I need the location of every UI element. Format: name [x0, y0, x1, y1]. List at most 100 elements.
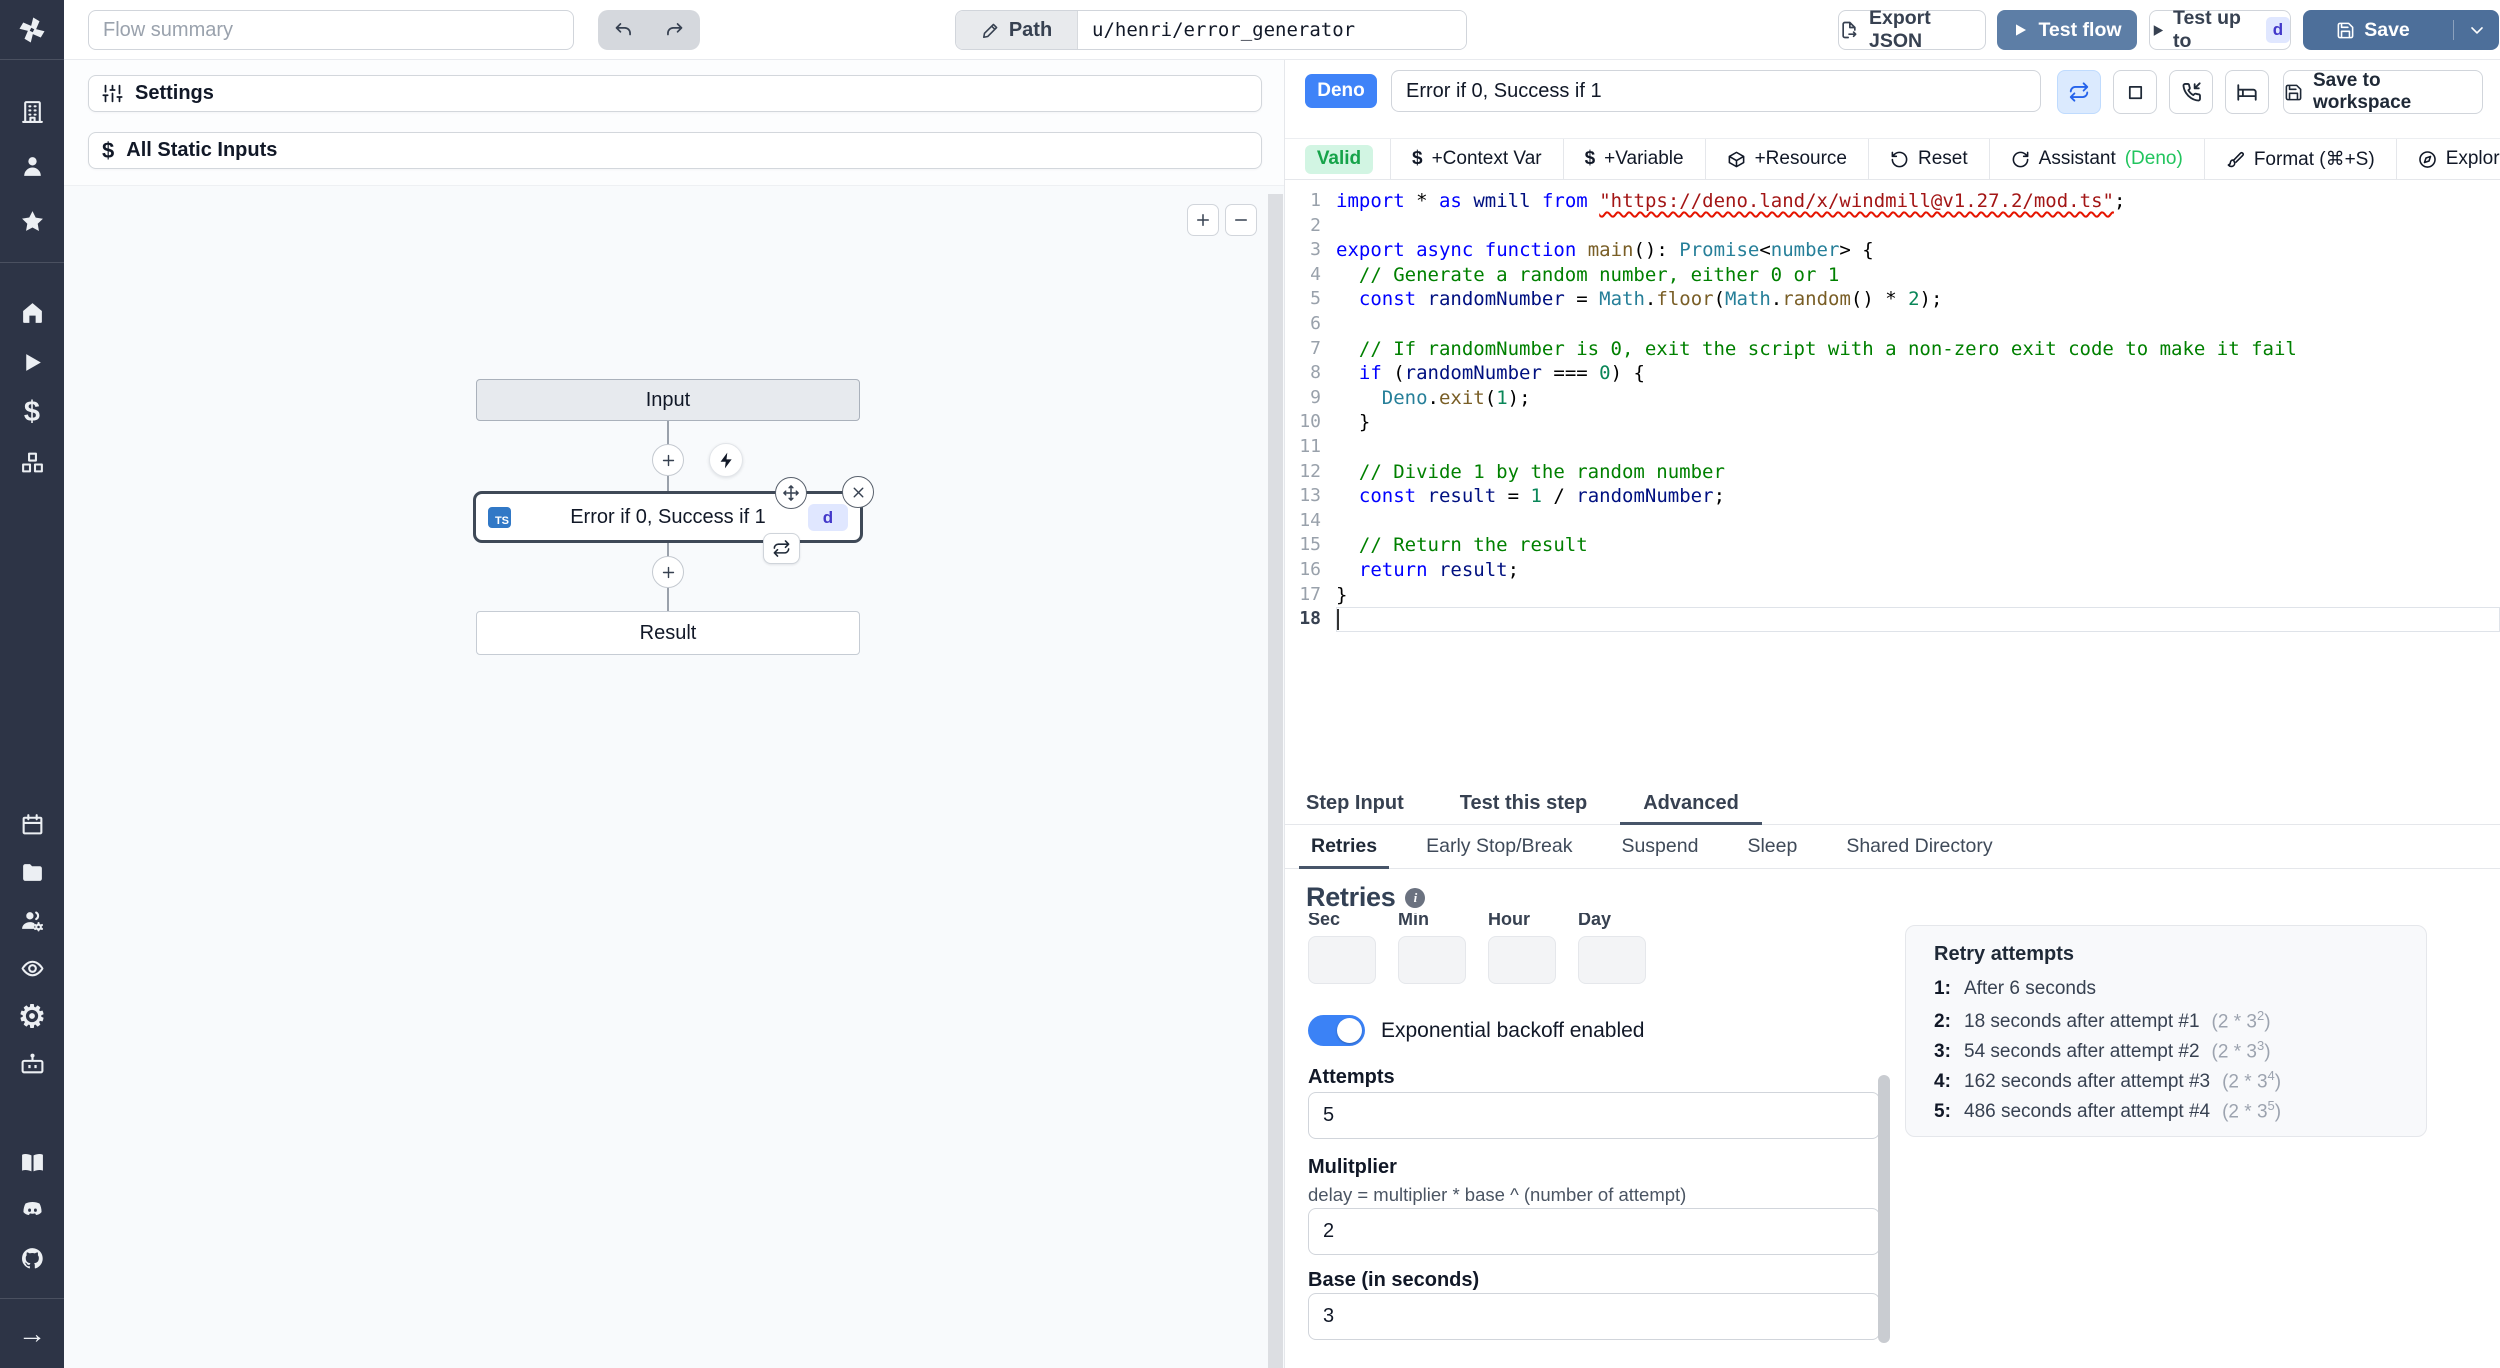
- retry-indicator-button[interactable]: [763, 533, 800, 564]
- all-static-inputs-section[interactable]: $ All Static Inputs: [88, 132, 1262, 169]
- github-icon: [21, 1247, 43, 1268]
- undo-icon: [613, 20, 634, 41]
- code-line-2: 2: [1310, 214, 1321, 236]
- result-node[interactable]: Result: [476, 611, 860, 655]
- sidebar-item-home[interactable]: [0, 287, 64, 337]
- windmill-logo-icon[interactable]: [0, 6, 64, 54]
- sidebar-item-discord[interactable]: [0, 1186, 64, 1234]
- subtab-retries[interactable]: Retries: [1298, 825, 1390, 869]
- time-input-day[interactable]: [1578, 936, 1646, 984]
- attempts-input[interactable]: [1308, 1092, 1880, 1139]
- brush-icon: [2227, 151, 2244, 167]
- toolbar-item-assistant-[interactable]: Assistant (Deno): [1988, 139, 2204, 179]
- canvas-scrollbar[interactable]: [1268, 194, 1283, 1368]
- step-name-input[interactable]: [1391, 70, 2041, 112]
- app-sidebar: $ ⚙ →: [0, 0, 64, 1368]
- move-step-button[interactable]: [775, 477, 807, 509]
- sidebar-item-user[interactable]: [0, 139, 64, 194]
- exponential-backoff-toggle[interactable]: [1308, 1015, 1365, 1046]
- flow-settings-section[interactable]: Settings: [88, 75, 1262, 112]
- export-json-button[interactable]: Export JSON: [1838, 7, 1986, 52]
- delete-step-button[interactable]: [842, 476, 874, 508]
- phone-incoming-icon: [2180, 81, 2202, 103]
- package-icon: [1728, 151, 1744, 167]
- tab-step-input[interactable]: Step Input: [1306, 782, 1404, 824]
- code-editor[interactable]: 1 import * as wmill from "https://deno.la…: [1285, 181, 2500, 782]
- toolbar-item-explore-other-s[interactable]: Explore other s: [2395, 139, 2500, 179]
- robot-icon: [21, 1053, 43, 1073]
- test-flow-button[interactable]: Test flow: [1997, 10, 2137, 50]
- zoom-out-button[interactable]: [1225, 204, 1257, 236]
- gear-icon: ⚙: [18, 998, 46, 1034]
- insert-step-button[interactable]: [652, 556, 684, 588]
- sidebar-item-building[interactable]: [0, 84, 64, 139]
- sidebar-item-boxes[interactable]: [0, 437, 64, 487]
- undo-button[interactable]: [598, 10, 649, 50]
- subtab-shared-directory[interactable]: Shared Directory: [1846, 825, 1992, 868]
- zoom-in-button[interactable]: [1187, 204, 1219, 236]
- valid-status-badge: Valid: [1305, 144, 1373, 174]
- sidebar-item-users[interactable]: [0, 896, 64, 944]
- info-icon[interactable]: i: [1405, 887, 1426, 908]
- toolbar-item--variable[interactable]: $ +Variable: [1562, 139, 1705, 179]
- eye-icon: [21, 960, 43, 976]
- sidebar-item-folder[interactable]: [0, 848, 64, 896]
- sidebar-item-book[interactable]: [0, 1138, 64, 1186]
- toolbar-item-format-s-[interactable]: Format (⌘+S): [2203, 139, 2396, 179]
- subtab-early-stop-break[interactable]: Early Stop/Break: [1426, 825, 1572, 868]
- sidebar-collapse-arrow-icon[interactable]: →: [0, 1310, 64, 1358]
- attempts-label: Attempts: [1308, 1066, 1395, 1088]
- save-dropdown-button[interactable]: [2453, 20, 2499, 40]
- sleep-button[interactable]: [2225, 70, 2269, 114]
- sidebar-item-play[interactable]: [0, 337, 64, 387]
- toolbar-item--context-var[interactable]: $ +Context Var: [1390, 139, 1563, 179]
- retry-attempts-list: 1: After 6 seconds 2: 18 seconds after atte…: [1934, 978, 2398, 1128]
- sidebar-item-robot[interactable]: [0, 1040, 64, 1088]
- stop-button[interactable]: [2113, 70, 2157, 114]
- redo-button[interactable]: [649, 10, 700, 50]
- code-line-13: 13 const result = 1 / randomNumber;: [1299, 485, 1726, 508]
- flow-summary-input[interactable]: [88, 10, 574, 50]
- compass-icon: [2418, 150, 2436, 168]
- sidebar-item-calendar[interactable]: [0, 800, 64, 848]
- users-icon: [21, 911, 43, 931]
- subtab-sleep[interactable]: Sleep: [1747, 825, 1797, 868]
- discord-icon: [22, 1201, 42, 1215]
- base-input[interactable]: [1308, 1293, 1880, 1340]
- retry-attempts-panel: Retry attempts 1: After 6 seconds 2: 18 sec…: [1905, 925, 2427, 1137]
- save-button[interactable]: Save: [2303, 19, 2443, 42]
- path-input[interactable]: [1078, 11, 1466, 49]
- sidebar-group-workspace: [0, 84, 64, 249]
- toolbar-item--resource[interactable]: +Resource: [1704, 139, 1868, 179]
- subtab-suspend[interactable]: Suspend: [1621, 825, 1698, 868]
- sidebar-item-github[interactable]: [0, 1234, 64, 1282]
- multiplier-label: Mulitplier: [1308, 1156, 1397, 1178]
- toolbar-item-reset[interactable]: Reset: [1868, 139, 1989, 179]
- suspend-button[interactable]: [2169, 70, 2213, 114]
- sidebar-item-star[interactable]: [0, 194, 64, 249]
- input-node[interactable]: Input: [476, 379, 860, 421]
- retries-toggle-button[interactable]: [2057, 70, 2101, 114]
- sidebar-item-gear[interactable]: ⚙: [0, 992, 64, 1040]
- code-line-12: 12 // Divide 1 by the random number: [1299, 460, 1725, 483]
- panel-scrollbar[interactable]: [1878, 1075, 1890, 1343]
- time-input-min[interactable]: [1398, 936, 1466, 984]
- sidebar-item-dollar[interactable]: $: [0, 387, 64, 437]
- tab-advanced[interactable]: Advanced: [1620, 782, 1762, 825]
- save-to-workspace-button[interactable]: Save to workspace: [2283, 70, 2483, 114]
- chevron-down-icon: [2467, 20, 2487, 40]
- multiplier-input[interactable]: [1308, 1208, 1880, 1255]
- sidebar-item-eye[interactable]: [0, 944, 64, 992]
- time-input-sec[interactable]: [1308, 936, 1376, 984]
- tab-test-this-step[interactable]: Test this step: [1460, 782, 1587, 824]
- topbar: Path Export JSON Test flow Test up to d …: [64, 0, 2500, 60]
- bolt-icon: [717, 451, 736, 470]
- time-input-hour[interactable]: [1488, 936, 1556, 984]
- insert-step-button[interactable]: [652, 444, 684, 476]
- trigger-bolt-button[interactable]: [709, 443, 743, 477]
- test-up-to-button[interactable]: Test up to d: [2149, 7, 2291, 52]
- dollar-icon: $: [23, 395, 41, 428]
- flow-graph-canvas[interactable]: Input TS Error if 0, Success if 1 d Resu…: [64, 185, 1284, 1368]
- flow-panel: Settings $ All Static Inputs Input TS Er…: [64, 60, 1284, 1368]
- code-line-8: 8 if (randomNumber === 0) {: [1310, 362, 1645, 385]
